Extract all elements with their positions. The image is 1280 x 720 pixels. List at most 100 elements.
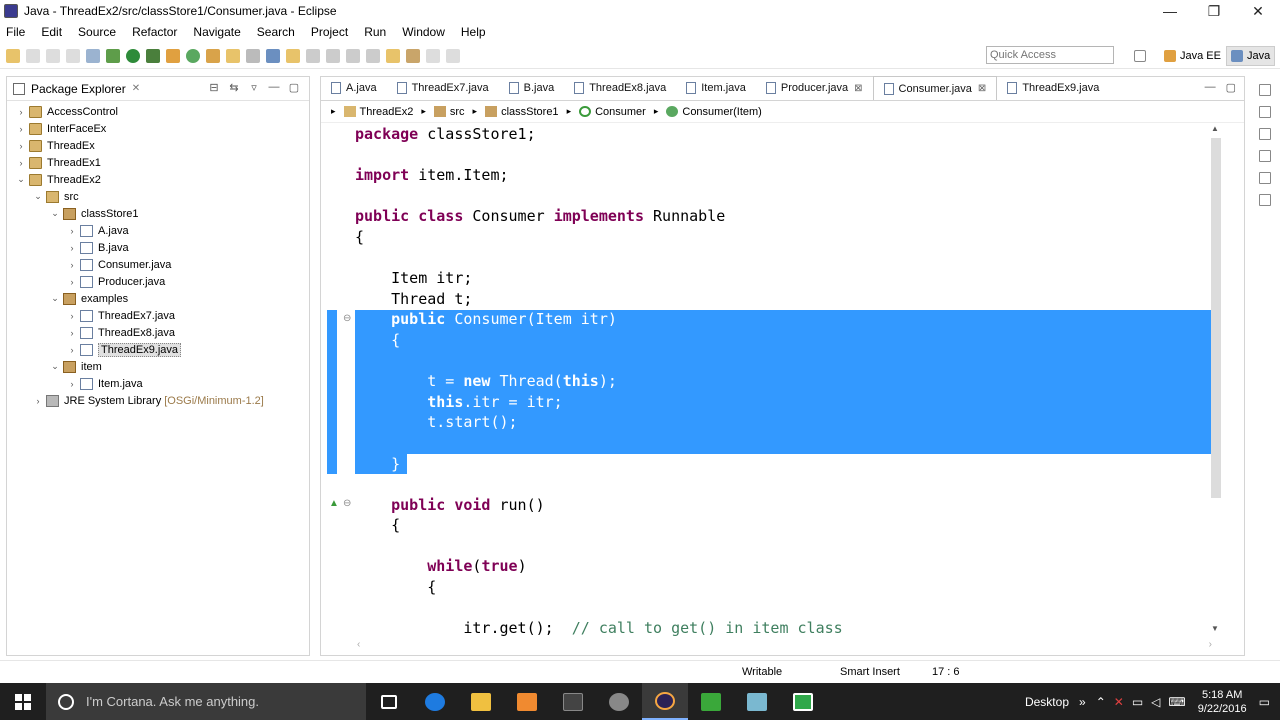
- taskbar-app-orange[interactable]: [504, 683, 550, 720]
- search-icon[interactable]: [246, 48, 260, 63]
- tree-item[interactable]: ⌄ classStore1: [7, 205, 309, 222]
- next-annotation-icon[interactable]: [346, 48, 360, 63]
- scrollbar-thumb[interactable]: [1211, 138, 1221, 498]
- tree-item[interactable]: › ThreadEx9.java: [7, 341, 309, 358]
- editor-tab[interactable]: ThreadEx8.java: [564, 76, 676, 100]
- editor-tab[interactable]: B.java: [499, 76, 565, 100]
- tree-item[interactable]: › InterFaceEx: [7, 120, 309, 137]
- last-edit-icon[interactable]: [386, 48, 400, 63]
- battery-icon[interactable]: ▭: [1132, 695, 1143, 709]
- collapsed-arrow-icon[interactable]: ›: [66, 379, 78, 389]
- taskbar-app-recorder[interactable]: [780, 683, 826, 720]
- coverage-icon[interactable]: [146, 48, 160, 63]
- tree-item[interactable]: › ThreadEx: [7, 137, 309, 154]
- pin-editor-icon[interactable]: [446, 48, 460, 63]
- cortana-search-box[interactable]: I'm Cortana. Ask me anything.: [46, 683, 366, 720]
- print-icon[interactable]: [66, 48, 80, 63]
- new-class-icon[interactable]: [186, 48, 200, 63]
- view-menu-icon[interactable]: ▿: [247, 81, 261, 95]
- menu-file[interactable]: File: [6, 25, 25, 39]
- editor-tab[interactable]: ThreadEx7.java: [387, 76, 499, 100]
- tree-item[interactable]: › Consumer.java: [7, 256, 309, 273]
- editor-tab[interactable]: ThreadEx9.java: [997, 76, 1109, 100]
- close-tab-icon[interactable]: ⊠: [978, 83, 986, 94]
- save-icon[interactable]: [26, 48, 40, 63]
- menu-edit[interactable]: Edit: [41, 25, 62, 39]
- collapsed-arrow-icon[interactable]: ›: [66, 345, 78, 355]
- tree-item[interactable]: › ThreadEx1: [7, 154, 309, 171]
- clock[interactable]: 5:18 AM 9/22/2016: [1198, 688, 1247, 716]
- notifications-icon[interactable]: ▭: [1259, 695, 1270, 709]
- save-all-icon[interactable]: [46, 48, 60, 63]
- debug-icon[interactable]: [106, 48, 120, 63]
- restore-icon[interactable]: [1259, 150, 1271, 162]
- code-editor[interactable]: ⊖ ▲ ⊖ package classStore1; import item.I…: [321, 124, 1213, 643]
- menu-refactor[interactable]: Refactor: [132, 25, 177, 39]
- expanded-arrow-icon[interactable]: ⌄: [49, 208, 61, 219]
- open-task-icon[interactable]: [226, 48, 240, 63]
- collapsed-arrow-icon[interactable]: ›: [32, 396, 44, 406]
- close-tab-icon[interactable]: ⊠: [854, 83, 862, 94]
- open-perspective-button[interactable]: [1134, 46, 1150, 66]
- collapsed-arrow-icon[interactable]: ›: [15, 124, 27, 134]
- taskbar-app-cloud[interactable]: [734, 683, 780, 720]
- new-java-project-icon[interactable]: [166, 48, 180, 63]
- collapsed-arrow-icon[interactable]: ›: [66, 311, 78, 321]
- tree-item[interactable]: › ThreadEx8.java: [7, 324, 309, 341]
- menu-project[interactable]: Project: [311, 25, 348, 39]
- collapsed-arrow-icon[interactable]: ›: [15, 141, 27, 151]
- horizontal-scrollbar[interactable]: ‹ ›: [357, 639, 1212, 650]
- taskbar-explorer[interactable]: [458, 683, 504, 720]
- menu-window[interactable]: Window: [402, 25, 445, 39]
- taskbar-app-camtasia[interactable]: [688, 683, 734, 720]
- show-whitespace-icon[interactable]: [326, 48, 340, 63]
- scroll-down-icon[interactable]: ▼: [1211, 624, 1219, 633]
- skip-breakpoints-icon[interactable]: [86, 48, 100, 63]
- minimize-editor-icon[interactable]: —: [1205, 81, 1216, 94]
- editor-tab[interactable]: A.java: [321, 76, 387, 100]
- collapsed-arrow-icon[interactable]: ›: [15, 158, 27, 168]
- scroll-right-icon[interactable]: ›: [1209, 639, 1212, 650]
- tree-item[interactable]: › AccessControl: [7, 103, 309, 120]
- maximize-view-icon[interactable]: ▢: [287, 81, 301, 95]
- perspective-java[interactable]: Java: [1226, 46, 1276, 66]
- tree-item[interactable]: › A.java: [7, 222, 309, 239]
- network-alert-icon[interactable]: ✕: [1114, 695, 1124, 709]
- collapsed-arrow-icon[interactable]: ›: [66, 277, 78, 287]
- collapsed-arrow-icon[interactable]: ›: [66, 260, 78, 270]
- close-icon[interactable]: ✕: [132, 83, 140, 94]
- maximize-editor-icon[interactable]: ▢: [1226, 81, 1236, 94]
- previous-annotation-icon[interactable]: [366, 48, 380, 63]
- tree-item[interactable]: ⌄ ThreadEx2: [7, 171, 309, 188]
- breadcrumb-project[interactable]: ThreadEx2: [343, 106, 413, 118]
- volume-icon[interactable]: ◁: [1151, 695, 1160, 709]
- perspective-java-ee[interactable]: Java EE: [1164, 46, 1221, 66]
- close-button[interactable]: ✕: [1236, 0, 1280, 22]
- block-selection-icon[interactable]: [306, 48, 320, 63]
- collapsed-arrow-icon[interactable]: ›: [66, 328, 78, 338]
- maximize-button[interactable]: ❐: [1192, 0, 1236, 22]
- toolbar-chevron-icon[interactable]: »: [1079, 695, 1086, 709]
- tree-item[interactable]: › JRE System Library [OSGi/Minimum-1.2]: [7, 392, 309, 409]
- back-icon[interactable]: [406, 48, 420, 63]
- toggle-mark-occurrences-icon[interactable]: [266, 48, 280, 63]
- open-type-icon[interactable]: [206, 48, 220, 63]
- menu-navigate[interactable]: Navigate: [193, 25, 240, 39]
- tree-item[interactable]: › Item.java: [7, 375, 309, 392]
- package-explorer-tab[interactable]: Package Explorer ✕ ⊟ ⇆ ▿ — ▢: [7, 77, 309, 101]
- taskbar-app-tools[interactable]: [596, 683, 642, 720]
- fold-icon[interactable]: ⊖: [343, 498, 351, 509]
- console-icon[interactable]: [1259, 172, 1271, 184]
- desktop-toolbar[interactable]: Desktop: [1025, 695, 1069, 709]
- tree-item[interactable]: › Producer.java: [7, 273, 309, 290]
- show-hidden-icons-icon[interactable]: ⌃: [1096, 695, 1106, 709]
- editor-tab[interactable]: Producer.java ⊠: [756, 76, 873, 100]
- breadcrumb-src[interactable]: src: [433, 106, 465, 118]
- taskbar-app-dark[interactable]: [550, 683, 596, 720]
- link-with-editor-icon[interactable]: ⇆: [227, 81, 241, 95]
- outline-icon[interactable]: [1259, 128, 1271, 140]
- menu-source[interactable]: Source: [78, 25, 116, 39]
- editor-tab[interactable]: Item.java: [676, 76, 756, 100]
- vertical-scrollbar[interactable]: ▲ ▼: [1210, 124, 1222, 640]
- task-view-button[interactable]: [366, 683, 412, 720]
